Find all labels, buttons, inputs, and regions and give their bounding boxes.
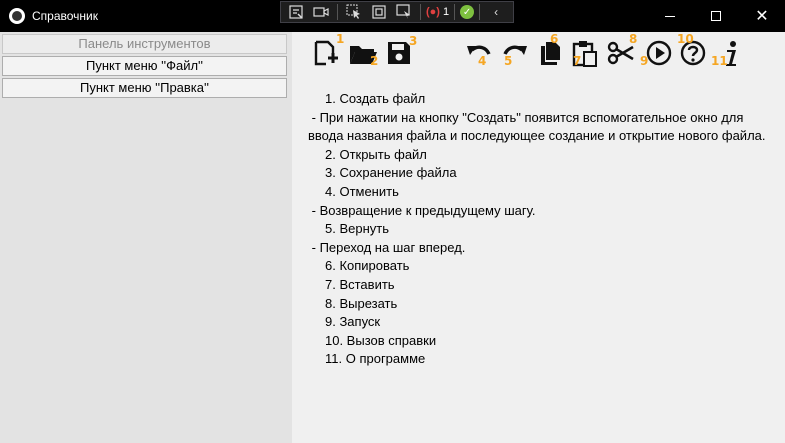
track-focus-icon[interactable]: [393, 3, 415, 21]
help-item: 10. Вызов справки: [325, 332, 437, 348]
help-item: 6. Копировать: [325, 258, 410, 274]
sidebar-item-toolbar[interactable]: Панель инструментов: [2, 34, 287, 54]
run-icon: [646, 40, 672, 66]
icon-number-5: 5: [504, 54, 513, 68]
app-icon: [9, 8, 25, 24]
close-icon: ✕: [755, 6, 769, 25]
help-item: 5. Вернуть: [325, 221, 389, 237]
help-item: 8. Вырезать: [325, 295, 398, 311]
icon-number-11: 11: [711, 54, 728, 68]
icon-number-1: 1: [336, 32, 345, 46]
adorner-icon[interactable]: [368, 3, 390, 21]
icon-number-3: 3: [409, 34, 418, 48]
icon-number-2: 2: [370, 54, 379, 68]
binding-failures-count: 1: [442, 6, 450, 18]
video-icon[interactable]: [310, 3, 332, 21]
minimize-button[interactable]: [647, 0, 693, 32]
hot-reload-check-icon[interactable]: ✓: [460, 5, 475, 19]
help-window: Справочник ✕ (●) 1 ✓ ‹ Панель инструмент…: [0, 0, 785, 443]
help-item: 1. Создать файл: [325, 91, 426, 106]
sidebar-item-file-menu[interactable]: Пункт меню ''Файл'': [2, 56, 287, 76]
help-description: - При нажатии на кнопку "Создать" появит…: [308, 109, 766, 144]
sidebar: Панель инструментов Пункт меню ''Файл'' …: [0, 32, 292, 443]
window-title: Справочник: [32, 9, 98, 23]
separator: [337, 4, 338, 20]
close-button[interactable]: ✕: [739, 0, 785, 32]
icon-number-7: 7: [573, 54, 582, 68]
icon-number-4: 4: [478, 54, 487, 68]
live-tree-icon[interactable]: [285, 3, 307, 21]
help-item: 11. О программе: [325, 351, 426, 367]
collapse-chevron-icon[interactable]: ‹: [485, 3, 507, 21]
maximize-icon: [711, 11, 721, 21]
separator: [420, 4, 421, 20]
icon-number-10: 10: [677, 32, 694, 46]
icon-number-6: 6: [550, 32, 559, 46]
toolbar-icon-strip: 1 2 3 4 5 6 7 8 9 10 11: [292, 32, 785, 76]
minimize-icon: [665, 15, 675, 17]
help-text: 1. Создать файл - При нажатии на кнопку …: [308, 90, 778, 369]
debug-toolbar: (●) 1 ✓ ‹: [280, 1, 514, 23]
help-description: - Возвращение к предыдущему шагу.: [308, 202, 536, 218]
maximize-button[interactable]: [693, 0, 739, 32]
help-item: 3. Сохранение файла: [325, 165, 457, 181]
help-item: 2. Открыть файл: [325, 146, 427, 162]
binding-failures-icon[interactable]: (●): [426, 6, 440, 18]
help-content: 1 2 3 4 5 6 7 8 9 10 11 1. Создать файл …: [292, 32, 785, 443]
icon-number-8: 8: [629, 32, 638, 46]
separator: [454, 4, 456, 20]
separator: [479, 4, 481, 20]
select-element-icon[interactable]: [343, 3, 365, 21]
help-description: - Переход на шаг вперед.: [308, 239, 466, 255]
sidebar-item-edit-menu[interactable]: Пункт меню ''Правка'': [2, 78, 287, 98]
help-item: 9. Запуск: [325, 314, 381, 330]
help-item: 4. Отменить: [325, 183, 399, 199]
icon-number-9: 9: [640, 54, 649, 68]
help-item: 7. Вставить: [325, 276, 395, 292]
